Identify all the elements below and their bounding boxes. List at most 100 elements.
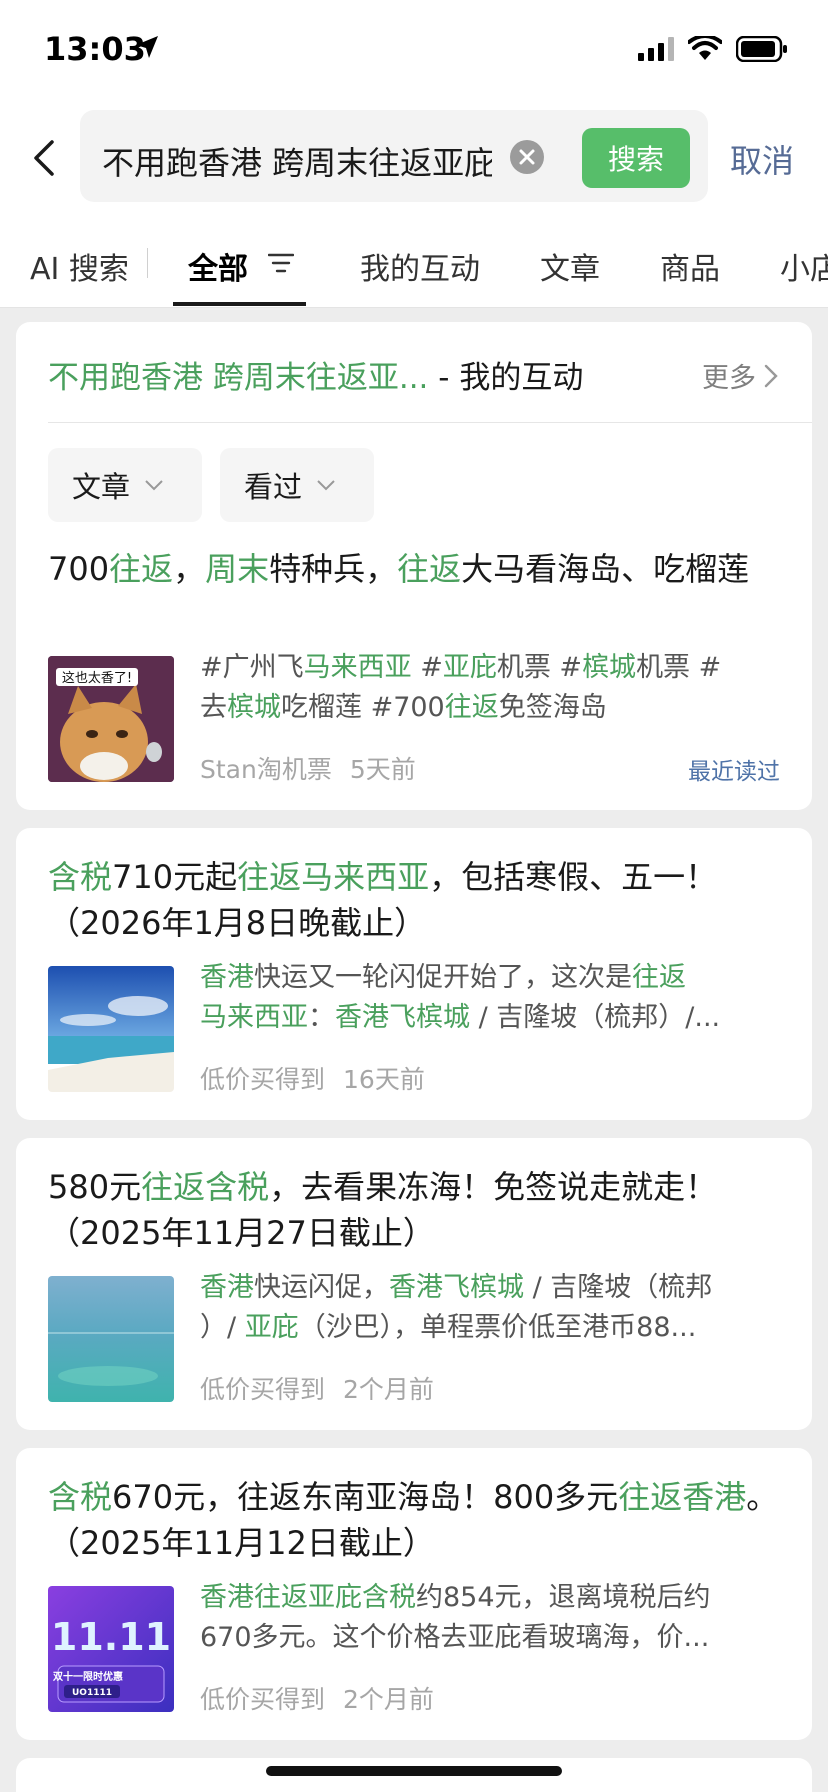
location-arrow-icon [136,36,158,58]
search-query-text[interactable]: 不用跑香港 跨周末往返亚庇 [102,138,492,184]
interaction-title-suffix: - 我的互动 [428,360,584,396]
article-thumbnail[interactable]: 11.11 双十一限时优惠 UO1111 [48,1586,174,1712]
recently-read-badge: 最近读过 [688,759,780,785]
svg-text:UO1111: UO1111 [72,1688,112,1698]
article-time: 2个月前 [343,1375,434,1404]
more-link[interactable]: 更多 [702,356,778,395]
desc-seg: 670多元。这个价格去亚庇看玻璃海，价... [200,1622,710,1653]
cancel-button[interactable]: 取消 [730,136,794,182]
active-tab-indicator [173,302,306,306]
chevron-down-icon [317,480,335,491]
title-seg: 往返马来西亚 [237,858,430,896]
cellular-signal-icon [638,37,674,61]
svg-text:11.11: 11.11 [51,1615,171,1659]
desc-seg: 香港飞槟城 [335,1002,470,1033]
desc-seg: 槟城 [227,692,281,723]
desc-seg: 机票 # [496,652,583,683]
desc-seg: 马来西亚 [303,652,412,683]
search-result-card[interactable]: 含税670元，往返东南亚海岛！800多元往返香港。（2025年11月12日截止）… [16,1448,812,1740]
article-source[interactable]: 低价买得到 [200,1685,325,1714]
title-seg: 周末 [205,550,270,588]
title-seg: 580元 [48,1168,142,1206]
article-title[interactable]: 580元往返含税，去看果冻海！免签说走就走！（2025年11月27日截止） [48,1164,784,1256]
cat-image: 这也太香了! [48,656,174,782]
article-description: 香港快运闪促，香港飞槟城 / 吉隆坡（梳邦 ）/ 亚庇（沙巴），单程票价低至港币… [200,1268,784,1348]
article-time: 16天前 [343,1065,425,1094]
wifi-icon [688,36,722,60]
divider [48,422,812,423]
desc-seg: 香港飞槟城 [389,1272,524,1303]
desc-seg: ： [308,1002,335,1033]
desc-seg: 香港 [200,962,254,993]
search-input[interactable]: 不用跑香港 跨周末往返亚庇 搜索 [80,110,708,202]
desc-seg: 香港 [200,1272,254,1303]
article-thumbnail[interactable] [48,1276,174,1402]
filter-dropdown-type[interactable]: 文章 [48,448,202,522]
article-description: 香港快运又一轮闪促开始了，这次是往返 马来西亚：香港飞槟城 / 吉隆坡（梳邦）/… [200,958,784,1038]
back-arrow-icon[interactable] [28,136,64,180]
article-title[interactable]: 700往返，周末特种兵，往返大马看海岛、吃榴莲 [48,546,784,592]
article-description: 香港往返亚庇含税约854元，退离境税后约 670多元。这个价格去亚庇看玻璃海，价… [200,1578,784,1658]
desc-seg: 往返 [632,962,686,993]
article-title[interactable]: 含税670元，往返东南亚海岛！800多元往返香港。（2025年11月12日截止） [48,1474,784,1566]
article-source[interactable]: 低价买得到 [200,1375,325,1404]
chevron-down-icon [145,480,163,491]
title-seg: 往返含税 [141,1168,270,1206]
filter-viewed-label: 看过 [244,470,303,504]
tab-my-interactions[interactable]: 我的互动 [360,244,480,288]
title-seg: 含税 [48,858,113,896]
desc-seg: 香港往返亚庇含税 [200,1582,416,1613]
svg-text:这也太香了!: 这也太香了! [62,670,132,686]
title-seg: 700 [48,550,110,588]
title-seg: 往返 [397,550,462,588]
tab-products[interactable]: 商品 [660,244,720,288]
title-seg: 670元，往返东南亚海岛！800多元 [112,1478,619,1516]
more-label: 更多 [702,363,756,394]
search-result-card[interactable]: 含税710元起往返马来西亚，包括寒假、五一！（2026年1月8日晚截止） 香港快… [16,828,812,1120]
desc-seg: 槟城 [582,652,637,683]
title-seg: 往返 [109,550,174,588]
chevron-right-icon [764,364,778,387]
home-indicator[interactable] [266,1766,562,1776]
status-time: 13:03 [44,30,146,68]
clear-search-icon[interactable] [510,140,544,174]
desc-seg: #广州飞 [200,652,304,683]
article-meta: 低价买得到 16天前 [200,1060,425,1096]
article-source[interactable]: Stan淘机票 [200,755,332,784]
filter-dropdown-viewed[interactable]: 看过 [220,448,374,522]
title-seg: 710元起 [112,858,238,896]
article-thumbnail[interactable] [48,966,174,1092]
desc-seg: 去 [200,692,227,723]
article-thumbnail[interactable]: 这也太香了! [48,656,174,782]
tab-ai-search[interactable]: AI 搜索 [30,244,129,288]
article-meta: 低价买得到 2个月前 [200,1370,434,1406]
tab-shops[interactable]: 小店 [780,244,828,288]
filter-type-label: 文章 [72,470,131,504]
article-meta: 低价买得到 2个月前 [200,1680,434,1716]
article-source[interactable]: 低价买得到 [200,1065,325,1094]
desc-seg: 马来西亚 [200,1002,308,1033]
interaction-card-title[interactable]: 不用跑香港 跨周末往返亚... - 我的互动 [48,352,583,397]
search-result-card[interactable]: 580元往返含税，去看果冻海！免签说走就走！（2025年11月27日截止） 香港… [16,1138,812,1430]
desc-seg: 往返 [444,692,499,723]
filter-icon[interactable] [268,252,294,274]
tab-articles[interactable]: 文章 [540,244,600,288]
desc-seg: （沙巴），单程票价低至港币88... [298,1312,697,1343]
article-title[interactable]: 含税710元起往返马来西亚，包括寒假、五一！（2026年1月8日晚截止） [48,854,784,946]
tab-all[interactable]: 全部 [188,244,248,288]
article-description: #广州飞马来西亚 #亚庇机票 #槟城机票 # 去槟城吃榴莲 #700往返免签海岛 [200,648,784,728]
status-bar: 13:03 [0,0,828,96]
title-seg: 特种兵， [269,550,398,588]
interaction-title-query: 不用跑香港 跨周末往返亚... [48,360,429,396]
desc-seg: 免签海岛 [498,692,607,723]
tab-divider [147,248,148,278]
sea-image [48,1276,174,1402]
article-time: 5天前 [349,755,416,784]
search-button[interactable]: 搜索 [582,128,690,188]
desc-seg: 快运闪促， [254,1272,389,1303]
search-header: 不用跑香港 跨周末往返亚庇 搜索 取消 [0,96,828,216]
desc-seg: / 吉隆坡（梳邦）/... [470,1002,721,1033]
title-seg: 大马看海岛、吃榴莲 [461,550,750,588]
desc-seg: 亚庇 [244,1312,299,1343]
battery-icon [736,36,787,62]
